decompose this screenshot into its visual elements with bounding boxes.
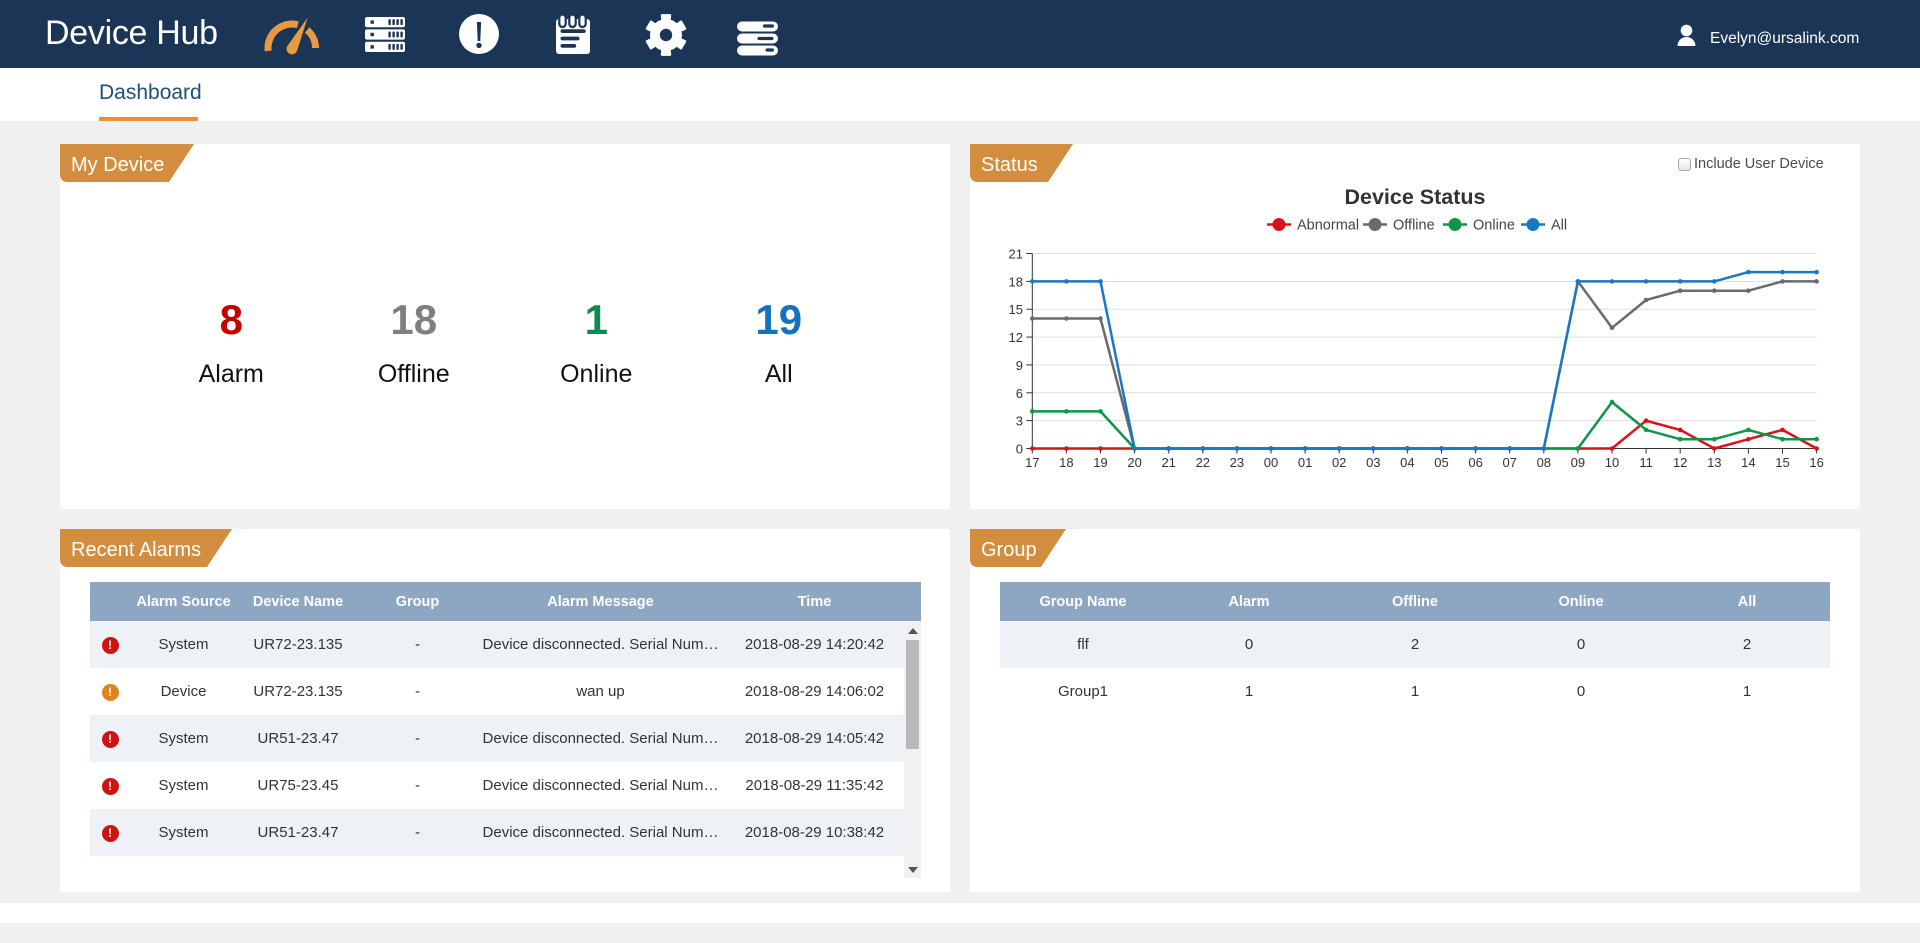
svg-text:Group: Group (981, 539, 1037, 561)
svg-text:23: 23 (1230, 455, 1244, 470)
svg-text:Recent Alarms: Recent Alarms (71, 539, 201, 561)
svg-text:02: 02 (1332, 455, 1346, 470)
svg-text:09: 09 (1571, 455, 1585, 470)
svg-text:18: 18 (1009, 274, 1023, 289)
svg-text:All: All (1551, 218, 1567, 234)
svg-text:04: 04 (1400, 455, 1414, 470)
svg-text:Device Status: Device Status (1344, 185, 1485, 209)
svg-text:0: 0 (1016, 442, 1023, 457)
svg-text:14: 14 (1741, 455, 1755, 470)
svg-text:07: 07 (1502, 455, 1516, 470)
svg-text:06: 06 (1468, 455, 1482, 470)
svg-text:16: 16 (1809, 455, 1823, 470)
svg-text:01: 01 (1298, 455, 1312, 470)
svg-text:03: 03 (1366, 455, 1380, 470)
svg-text:13: 13 (1707, 455, 1721, 470)
svg-text:6: 6 (1016, 386, 1023, 401)
svg-text:12: 12 (1009, 330, 1023, 345)
svg-text:15: 15 (1009, 302, 1023, 317)
svg-text:22: 22 (1196, 455, 1210, 470)
svg-text:11: 11 (1639, 455, 1653, 470)
svg-text:My Device: My Device (71, 154, 164, 176)
svg-text:00: 00 (1264, 455, 1278, 470)
svg-text:21: 21 (1161, 455, 1175, 470)
svg-text:19: 19 (1093, 455, 1107, 470)
svg-text:08: 08 (1537, 455, 1551, 470)
svg-text:18: 18 (1059, 455, 1073, 470)
svg-text:3: 3 (1016, 414, 1023, 429)
svg-text:17: 17 (1025, 455, 1039, 470)
svg-text:21: 21 (1009, 247, 1023, 262)
svg-text:Offline: Offline (1393, 218, 1435, 234)
svg-text:05: 05 (1434, 455, 1448, 470)
svg-text:Abnormal: Abnormal (1297, 218, 1359, 234)
svg-text:9: 9 (1016, 358, 1023, 373)
svg-text:20: 20 (1127, 455, 1141, 470)
svg-text:12: 12 (1673, 455, 1687, 470)
svg-text:10: 10 (1605, 455, 1619, 470)
svg-text:15: 15 (1775, 455, 1789, 470)
svg-text:Online: Online (1473, 218, 1515, 234)
